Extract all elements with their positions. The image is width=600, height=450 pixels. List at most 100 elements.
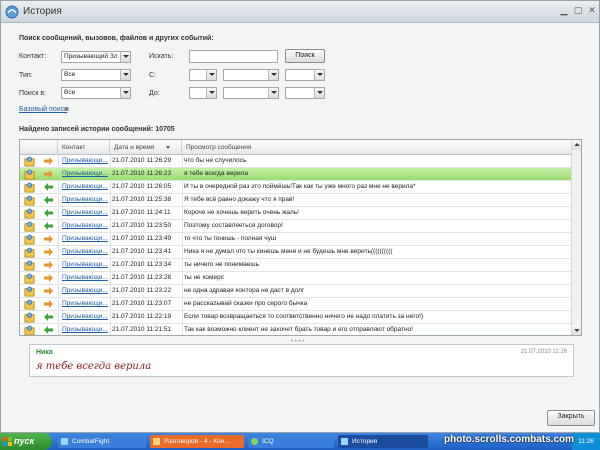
- arrow-right-icon: [44, 246, 56, 258]
- contact-select-value: Призывающий Зл: [64, 53, 118, 60]
- title-bar[interactable]: История ▁ ▢ ✕: [1, 1, 599, 23]
- task-icq[interactable]: ICQ: [248, 435, 334, 448]
- task-conversations[interactable]: Разговоров - 4 - Кон...: [150, 435, 244, 448]
- to-select-time[interactable]: [285, 87, 325, 99]
- column-header-contact[interactable]: Контакт: [58, 140, 110, 155]
- message-preview: Ника 21.07.2010 11:26 я тебе всегда вери…: [29, 344, 574, 377]
- user-icon: [24, 298, 36, 310]
- arrow-left-icon: [44, 207, 56, 219]
- chevron-down-icon: [268, 88, 278, 98]
- scroll-down-arrow-icon[interactable]: [572, 325, 581, 335]
- table-row[interactable]: Призывающи... 21.07.2010 11:21:51 Так как …: [20, 324, 572, 335]
- contact-select[interactable]: Призывающий Зл: [61, 51, 131, 63]
- table-row[interactable]: Призывающи... 21.07.2010 11:23:41 Ника я н…: [20, 246, 572, 259]
- row-contact-link[interactable]: Призывающи...: [62, 207, 110, 219]
- from-select-day[interactable]: [189, 69, 217, 81]
- arrow-right-icon: [44, 259, 56, 271]
- chat-icon: [153, 438, 160, 445]
- chevron-down-icon: [206, 88, 216, 98]
- table-row[interactable]: Призывающи... 21.07.2010 11:23:07 не расск…: [20, 298, 572, 311]
- row-message: ты не комерс: [184, 274, 224, 281]
- from-select-time[interactable]: [285, 69, 325, 81]
- to-select-day[interactable]: [189, 87, 217, 99]
- to-select-date[interactable]: [223, 87, 279, 99]
- grid-header: Контакт Дата и время Просмотр сообщения: [20, 140, 572, 155]
- row-message: что бы не случилось: [184, 157, 247, 164]
- row-contact-link[interactable]: Призывающи...: [62, 155, 110, 167]
- row-contact-link[interactable]: Призывающи...: [62, 168, 110, 180]
- search-input[interactable]: [189, 50, 278, 63]
- row-contact-link[interactable]: Призывающи...: [62, 285, 110, 297]
- row-contact-link[interactable]: Призывающи...: [62, 220, 110, 232]
- search-label: Искать:: [149, 53, 174, 60]
- arrow-right-icon: [44, 233, 56, 245]
- user-icon: [24, 233, 36, 245]
- column-header-icons[interactable]: [20, 140, 58, 155]
- row-contact-link[interactable]: Призывающи...: [62, 246, 110, 258]
- row-contact-link[interactable]: Призывающи...: [62, 181, 110, 193]
- table-row[interactable]: Призывающи... 21.07.2010 11:23:28 ты не ко…: [20, 272, 572, 285]
- user-icon: [24, 194, 36, 206]
- minimize-button[interactable]: ▁: [557, 4, 571, 17]
- row-datetime: 21.07.2010 11:25:38: [112, 196, 172, 203]
- user-icon: [24, 285, 36, 297]
- table-row[interactable]: Призывающи... 21.07.2010 11:25:38 Я тебе в…: [20, 194, 572, 207]
- row-message: Ника я не думал что ты кинешь меня и не …: [184, 248, 393, 255]
- chevron-down-icon: [314, 88, 324, 98]
- row-contact-link[interactable]: Призывающи...: [62, 194, 110, 206]
- table-row[interactable]: Призывающи... 21.07.2010 11:23:22 не одна …: [20, 285, 572, 298]
- task-label: CombatFight: [72, 438, 110, 445]
- type-select[interactable]: Все: [61, 69, 131, 81]
- user-icon: [24, 155, 36, 167]
- arrow-right-icon: [44, 285, 56, 297]
- chevron-down-icon: [268, 70, 278, 80]
- chevron-down-icon: [120, 88, 130, 98]
- table-row[interactable]: Призывающи... 21.07.2010 11:22:19 Если тов…: [20, 311, 572, 324]
- row-message: Если товар возвращаеться то соответствен…: [184, 313, 424, 320]
- table-row[interactable]: Призывающи... 21.07.2010 11:23:34 ты ничег…: [20, 259, 572, 272]
- sort-desc-icon: [166, 145, 171, 149]
- arrow-left-icon: [44, 324, 56, 335]
- task-history[interactable]: История: [338, 435, 428, 448]
- searchin-select[interactable]: Все: [61, 87, 131, 99]
- preview-timestamp: 21.07.2010 11:26: [520, 349, 567, 355]
- row-message: Я тебе всё равно докажу что я прав!: [184, 196, 295, 203]
- column-header-message[interactable]: Просмотр сообщения: [182, 140, 572, 155]
- type-label: Тип:: [19, 72, 33, 79]
- scroll-up-arrow-icon[interactable]: [572, 140, 581, 150]
- row-message: И ты в очередной раз это поймёшь!Так как…: [184, 183, 416, 190]
- grid-rows: Призывающи... 21.07.2010 11:26:29 что бы н…: [20, 155, 572, 335]
- close-window-button[interactable]: ✕: [585, 4, 599, 17]
- row-contact-link[interactable]: Призывающи...: [62, 324, 110, 335]
- row-contact-link[interactable]: Призывающи...: [62, 298, 110, 310]
- row-contact-link[interactable]: Призывающи...: [62, 259, 110, 271]
- row-datetime: 21.07.2010 11:23:07: [112, 300, 172, 307]
- row-contact-link[interactable]: Призывающи...: [62, 272, 110, 284]
- maximize-button[interactable]: ▢: [571, 4, 585, 17]
- task-label: История: [352, 438, 378, 445]
- start-button[interactable]: пуск: [0, 433, 52, 450]
- row-datetime: 21.07.2010 11:26:29: [112, 157, 172, 164]
- table-row[interactable]: Призывающи... 21.07.2010 11:26:23 я тебе в…: [20, 168, 572, 181]
- table-row[interactable]: Призывающи... 21.07.2010 11:23:50 Поэтому …: [20, 220, 572, 233]
- table-row[interactable]: Призывающи... 21.07.2010 11:24:11 Короче н…: [20, 207, 572, 220]
- user-icon: [24, 168, 36, 180]
- type-select-value: Все: [64, 71, 76, 78]
- basic-search-link[interactable]: Базовый поиск: [19, 106, 67, 113]
- from-select-date[interactable]: [223, 69, 279, 81]
- table-row[interactable]: Призывающи... 21.07.2010 11:26:05 И ты в о…: [20, 181, 572, 194]
- close-button[interactable]: Закрыть: [547, 410, 595, 426]
- table-row[interactable]: Призывающи... 21.07.2010 11:23:49 то что т…: [20, 233, 572, 246]
- column-header-datetime[interactable]: Дата и время: [110, 140, 182, 155]
- row-contact-link[interactable]: Призывающи...: [62, 233, 110, 245]
- task-combatfight[interactable]: CombatFight: [58, 435, 146, 448]
- window-icon: [61, 438, 68, 445]
- row-datetime: 21.07.2010 11:23:49: [112, 235, 172, 242]
- search-button[interactable]: Поиск: [285, 49, 325, 63]
- user-icon: [24, 207, 36, 219]
- table-row[interactable]: Призывающи... 21.07.2010 11:26:29 что бы н…: [20, 155, 572, 168]
- grid-vertical-scrollbar[interactable]: [571, 140, 581, 335]
- searchin-select-value: Все: [64, 89, 76, 96]
- chevron-down-icon: [314, 70, 324, 80]
- row-contact-link[interactable]: Призывающи...: [62, 311, 110, 323]
